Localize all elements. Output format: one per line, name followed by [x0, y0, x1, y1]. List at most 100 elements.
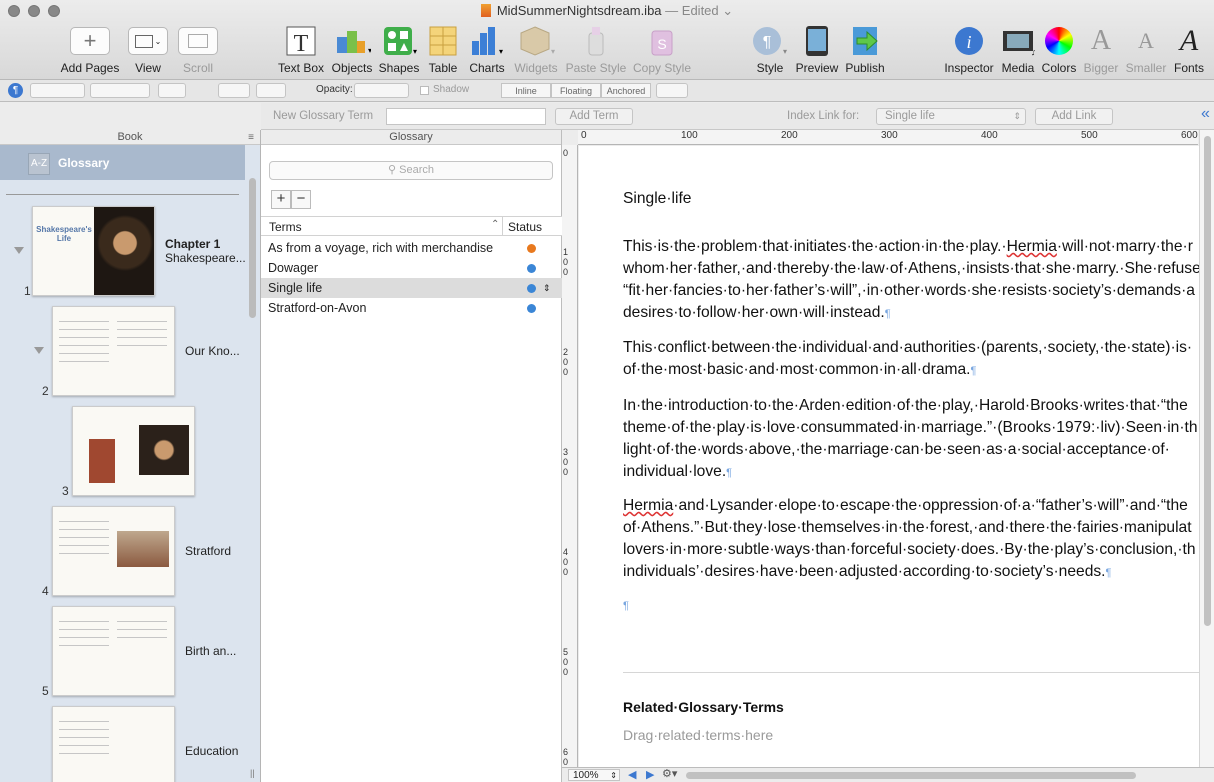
- paragraph-line[interactable]: Hermia·and·Lysander·elope·to·escape·the·…: [623, 495, 1188, 517]
- style-button[interactable]: ¶ ▾ Style: [750, 24, 790, 75]
- copy-style-button[interactable]: S Copy Style: [632, 24, 692, 75]
- shapes-button[interactable]: ▾ Shapes: [377, 24, 421, 75]
- text-line: [59, 545, 109, 546]
- glossary-search-input[interactable]: ⚲ Search: [269, 161, 553, 180]
- add-link-button[interactable]: Add Link: [1035, 108, 1113, 125]
- page-thumbnail-6[interactable]: [52, 706, 175, 782]
- previous-page-icon[interactable]: ◀: [628, 768, 636, 781]
- paragraph-line[interactable]: desires·to·follow·her·own·will·instead.¶: [623, 302, 891, 325]
- remove-term-button[interactable]: −: [291, 190, 311, 209]
- terms-column-header[interactable]: Terms: [269, 220, 302, 234]
- add-term-plus-button[interactable]: +: [271, 190, 291, 209]
- paragraph-line[interactable]: This·conflict·between·the·individual·and…: [623, 337, 1192, 359]
- term-row[interactable]: Stratford-on-Avon: [261, 298, 562, 318]
- vertical-scrollbar[interactable]: [1199, 130, 1214, 767]
- status-column-header[interactable]: Status: [508, 220, 542, 234]
- opacity-input[interactable]: [354, 83, 409, 98]
- term-row-selected[interactable]: Single life ⇕: [261, 278, 562, 298]
- paragraph-line[interactable]: This·is·the·problem·that·initiates·the·a…: [623, 236, 1193, 258]
- new-glossary-term-input[interactable]: [386, 108, 546, 125]
- paragraph-line[interactable]: of·the·most·basic·and·most·common·in·all…: [623, 359, 976, 382]
- window-edited-status[interactable]: — Edited: [665, 3, 718, 18]
- paragraph-style-button[interactable]: ¶: [8, 83, 23, 98]
- collapse-panel-icon[interactable]: «: [1201, 105, 1210, 123]
- publish-button[interactable]: Publish: [843, 24, 887, 75]
- text-box-label: Text Box: [277, 61, 325, 75]
- page-thumbnail-2[interactable]: [52, 306, 175, 396]
- smaller-button[interactable]: A Smaller: [1124, 24, 1168, 75]
- text-line: [59, 737, 109, 738]
- scroll-thumb[interactable]: [1204, 136, 1211, 626]
- svg-text:▾: ▾: [413, 47, 417, 56]
- disclosure-triangle-icon[interactable]: [14, 247, 24, 254]
- term-row[interactable]: As from a voyage, rich with merchandise: [261, 238, 562, 258]
- paragraph-line[interactable]: individuals’·desires·have·been·adjusted·…: [623, 561, 1111, 584]
- page-title: Birth an...: [185, 644, 237, 658]
- ruler-tick-label: 500: [1081, 130, 1098, 141]
- anchored-button[interactable]: Anchored: [601, 83, 651, 98]
- horizontal-scroll-thumb[interactable]: [686, 772, 1136, 779]
- bigger-button[interactable]: A Bigger: [1080, 24, 1122, 75]
- table-button[interactable]: Table: [423, 24, 463, 75]
- font-family-select[interactable]: [30, 83, 85, 98]
- sidebar-scrollbar[interactable]: [249, 178, 256, 318]
- paragraph-line[interactable]: “fit·her·fancies·to·her·father’s·will”,·…: [623, 280, 1195, 302]
- media-button[interactable]: ♫ Media: [998, 24, 1038, 75]
- index-link-select[interactable]: Single life ⇕: [876, 108, 1026, 125]
- ruler-tick-label: 100: [681, 130, 698, 141]
- portrait-image: [89, 439, 115, 483]
- glossary-sidebar-item[interactable]: A-Z Glossary: [0, 145, 245, 180]
- objects-button[interactable]: ▾ Objects: [330, 24, 374, 75]
- view-button[interactable]: ⌄ View: [126, 24, 170, 75]
- add-pages-button[interactable]: + Add Pages: [60, 24, 120, 75]
- related-terms-dropzone[interactable]: Drag·related·terms·here: [623, 724, 773, 746]
- scroll-button[interactable]: Scroll: [176, 24, 220, 75]
- paragraph-line[interactable]: of·Athens.”·But·they·lose·themselves·in·…: [623, 517, 1192, 539]
- paragraph-line[interactable]: individual·love.¶: [623, 461, 732, 484]
- preview-button[interactable]: Preview: [795, 24, 839, 75]
- shadow-checkbox[interactable]: [420, 86, 429, 95]
- fonts-button[interactable]: A Fonts: [1170, 24, 1208, 75]
- gear-icon[interactable]: ⚙▾: [662, 767, 677, 780]
- zoom-select[interactable]: 100% ⇕: [568, 769, 620, 781]
- empty-paragraph-pilcrow[interactable]: ¶: [623, 595, 629, 617]
- paragraph-line[interactable]: In·the·introduction·to·the·Arden·edition…: [623, 395, 1188, 417]
- menu-icon[interactable]: ≡: [248, 130, 254, 145]
- paragraph-line[interactable]: whom·her·father,·and·thereby·the·law·of·…: [623, 258, 1199, 280]
- status-stepper-icon[interactable]: ⇕: [543, 278, 551, 298]
- anchor-stepper[interactable]: [656, 83, 688, 98]
- page-thumbnail-5[interactable]: [52, 606, 175, 696]
- disclosure-triangle-icon[interactable]: [34, 347, 44, 354]
- ruler-tick-label: 300: [881, 130, 898, 141]
- paragraph-line[interactable]: light·of·the·words·above,·the·marriage·c…: [623, 439, 1170, 461]
- inspector-button[interactable]: i Inspector: [942, 24, 996, 75]
- text-box-button[interactable]: T Text Box: [276, 24, 326, 75]
- misspelled-word[interactable]: Hermia: [623, 497, 673, 514]
- page-thumbnail-1[interactable]: Shakespeare's Life: [32, 206, 155, 296]
- widgets-button[interactable]: ▾ Widgets: [512, 24, 560, 75]
- add-term-button[interactable]: Add Term: [555, 108, 633, 125]
- inline-button[interactable]: Inline: [501, 83, 551, 98]
- next-page-icon[interactable]: ▶: [646, 768, 654, 781]
- paragraph-line[interactable]: theme·of·the·play·is·love·consummated·in…: [623, 417, 1198, 439]
- svg-text:▾: ▾: [551, 47, 555, 56]
- alignment-icon[interactable]: [218, 83, 250, 98]
- wrap-icon[interactable]: [256, 83, 286, 98]
- glossary-term-title[interactable]: Single·life: [623, 188, 691, 210]
- resize-handle-icon[interactable]: ||: [250, 768, 255, 778]
- page-thumbnail-3[interactable]: [72, 406, 195, 496]
- divider: [623, 672, 1199, 673]
- sort-ascending-icon[interactable]: ⌃: [491, 219, 499, 230]
- charts-button[interactable]: ▾ Charts: [466, 24, 508, 75]
- misspelled-word[interactable]: Hermia: [1007, 238, 1057, 255]
- paste-style-button[interactable]: Paste Style: [565, 24, 627, 75]
- colors-button[interactable]: Colors: [1040, 24, 1078, 75]
- term-row[interactable]: Dowager: [261, 258, 562, 278]
- font-size-select[interactable]: [90, 83, 150, 98]
- document-canvas[interactable]: Single·life This·is·the·problem·that·ini…: [579, 146, 1199, 767]
- fill-color-well[interactable]: [158, 83, 186, 98]
- term-label: Single life: [268, 281, 323, 295]
- paragraph-line[interactable]: lovers·in·more·subtle·ways·than·forceful…: [623, 539, 1196, 561]
- floating-button[interactable]: Floating: [551, 83, 601, 98]
- page-thumbnail-4[interactable]: [52, 506, 175, 596]
